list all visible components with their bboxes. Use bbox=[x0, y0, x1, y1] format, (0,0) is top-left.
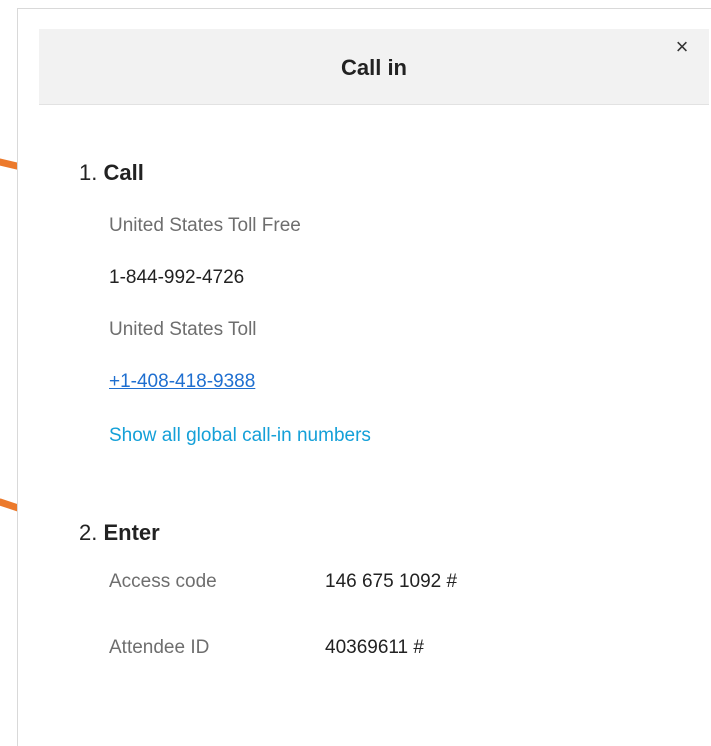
global-numbers-row: Show all global call-in numbers bbox=[109, 425, 371, 447]
dialog-title: Call in bbox=[340, 55, 407, 80]
close-button[interactable]: × bbox=[668, 33, 696, 61]
step-number: 2. bbox=[79, 520, 98, 545]
screenshot-canvas: Call in × 1. Call United States Toll Fre… bbox=[0, 0, 711, 746]
access-code-label: Access code bbox=[109, 571, 217, 592]
toll-free-number: 1-844-992-4726 bbox=[109, 267, 245, 288]
step-call-heading: 1. Call bbox=[79, 160, 144, 186]
toll-number-row: +1-408-418-9388 bbox=[109, 371, 255, 393]
attendee-id-label: Attendee ID bbox=[109, 637, 210, 658]
step-enter-heading: 2. Enter bbox=[79, 520, 160, 546]
access-code-value: 146 675 1092 # bbox=[325, 571, 458, 592]
attendee-id-value: 40369611 # bbox=[325, 637, 424, 658]
close-icon: × bbox=[675, 34, 689, 59]
step-number: 1. bbox=[79, 160, 98, 185]
toll-number-link[interactable]: +1-408-418-9388 bbox=[109, 371, 255, 392]
call-in-dialog: Call in × 1. Call United States Toll Fre… bbox=[17, 8, 711, 746]
dialog-header: Call in bbox=[39, 29, 709, 105]
step-label: Enter bbox=[103, 520, 160, 545]
toll-label: United States Toll bbox=[109, 319, 257, 340]
toll-free-label: United States Toll Free bbox=[109, 215, 301, 236]
show-global-numbers-link[interactable]: Show all global call-in numbers bbox=[109, 425, 371, 446]
step-label: Call bbox=[103, 160, 144, 185]
